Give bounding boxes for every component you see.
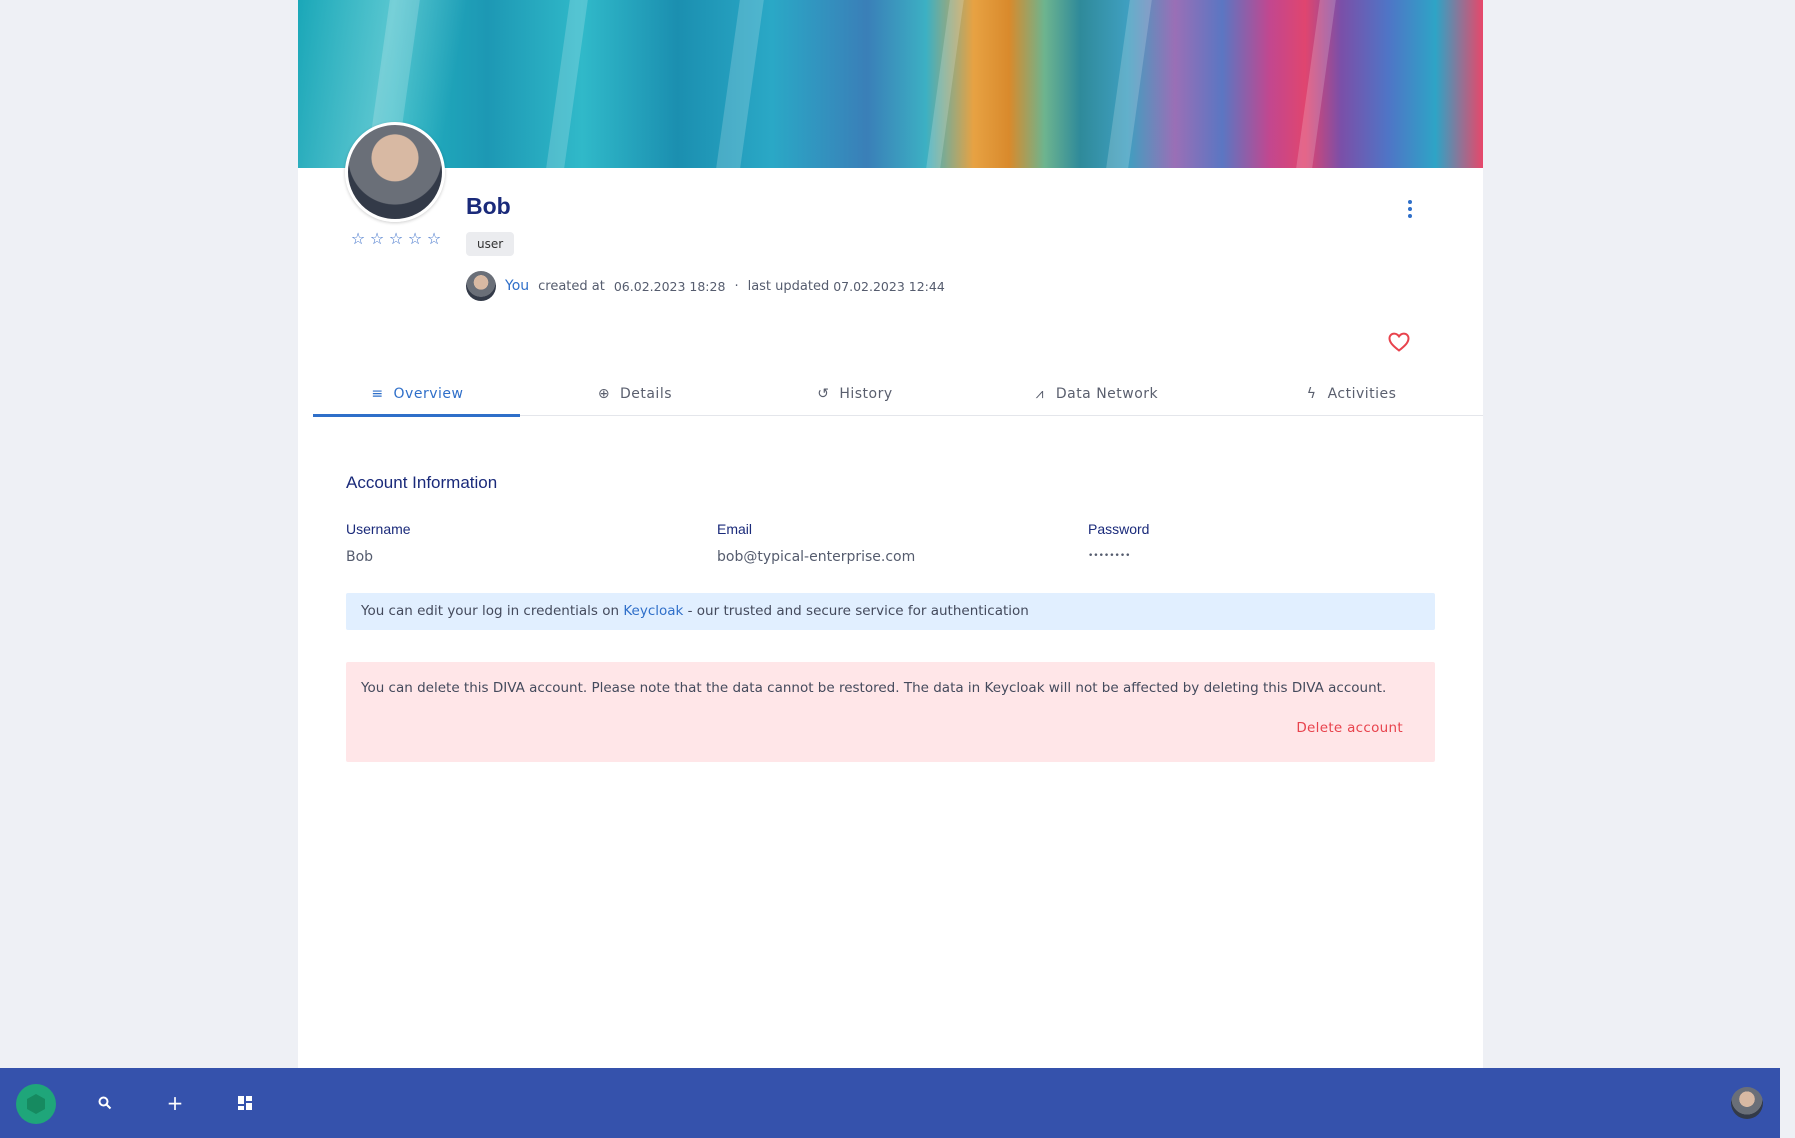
creator-avatar[interactable] [466,271,496,301]
username-value: Bob [346,549,374,565]
meta-separator: · [734,278,739,294]
role-badge: user [466,232,515,256]
email-value: bob@typical-enterprise.com [717,549,916,565]
activities-icon: ϟ [1306,386,1317,402]
dashboard-icon[interactable] [232,1090,258,1116]
password-value: •••••••• [1088,551,1131,561]
search-icon[interactable] [92,1090,118,1116]
overview-icon: ≡ [371,386,384,402]
star-icon[interactable]: ☆ [350,230,366,248]
tab-bar: ≡ Overview ⊕ Details ↺ History ⩘ Data Ne… [313,372,1483,417]
profile-avatar [345,122,445,222]
delete-account-button[interactable]: Delete account [1296,720,1403,736]
profile-name: Bob [466,193,511,219]
rating-stars[interactable]: ☆ ☆ ☆ ☆ ☆ [350,230,442,248]
created-label: created at [538,278,605,294]
add-icon[interactable]: + [162,1090,188,1116]
section-title: Account Information [346,473,498,492]
profile-banner-image [298,0,1483,168]
delete-account-box: You can delete this DIVA account. Please… [346,662,1435,762]
history-icon: ↺ [817,386,830,402]
updated-label: last updated [747,278,830,294]
keycloak-link[interactable]: Keycloak [623,603,683,619]
tab-label: Overview [393,386,464,402]
creator-link[interactable]: You [505,278,529,294]
delete-notice: You can delete this DIVA account. Please… [361,680,1387,696]
tab-history[interactable]: ↺ History [748,372,960,416]
app-logo-icon[interactable] [16,1084,56,1124]
tab-data-network[interactable]: ⩘ Data Network [960,372,1230,416]
tab-label: Details [619,386,673,402]
star-icon[interactable]: ☆ [407,230,423,248]
updated-at: 07.02.2023 12:44 [833,278,945,294]
created-at: 06.02.2023 18:28 [613,278,726,294]
tab-label: History [839,386,893,402]
info-text-suffix: - our trusted and secure service for aut… [683,603,1029,619]
tab-label: Data Network [1055,386,1159,402]
profile-page: ☆ ☆ ☆ ☆ ☆ Bob user You created at 06.02.… [298,0,1483,1068]
profile-meta: You created at 06.02.2023 18:28 · last u… [466,271,945,301]
tab-activities[interactable]: ϟ Activities [1230,372,1470,416]
favorite-heart-icon[interactable] [1387,330,1411,354]
username-label: Username [346,521,411,537]
tab-overview[interactable]: ≡ Overview [313,372,520,417]
password-label: Password [1088,521,1150,537]
tab-label: Activities [1327,386,1397,402]
star-icon[interactable]: ☆ [388,230,404,248]
email-label: Email [717,521,753,537]
bottom-navigation-bar: + [0,1068,1780,1138]
star-icon[interactable]: ☆ [369,230,385,248]
tab-details[interactable]: ⊕ Details [520,372,748,416]
user-avatar[interactable] [1731,1087,1763,1119]
more-options-icon[interactable] [1405,198,1415,220]
scrollbar[interactable] [1780,0,1795,1138]
data-network-icon: ⩘ [1035,386,1045,402]
details-icon: ⊕ [597,386,611,402]
star-icon[interactable]: ☆ [426,230,442,248]
info-text-prefix: You can edit your log in credentials on [361,603,624,619]
keycloak-info-box: You can edit your log in credentials on … [346,593,1435,630]
